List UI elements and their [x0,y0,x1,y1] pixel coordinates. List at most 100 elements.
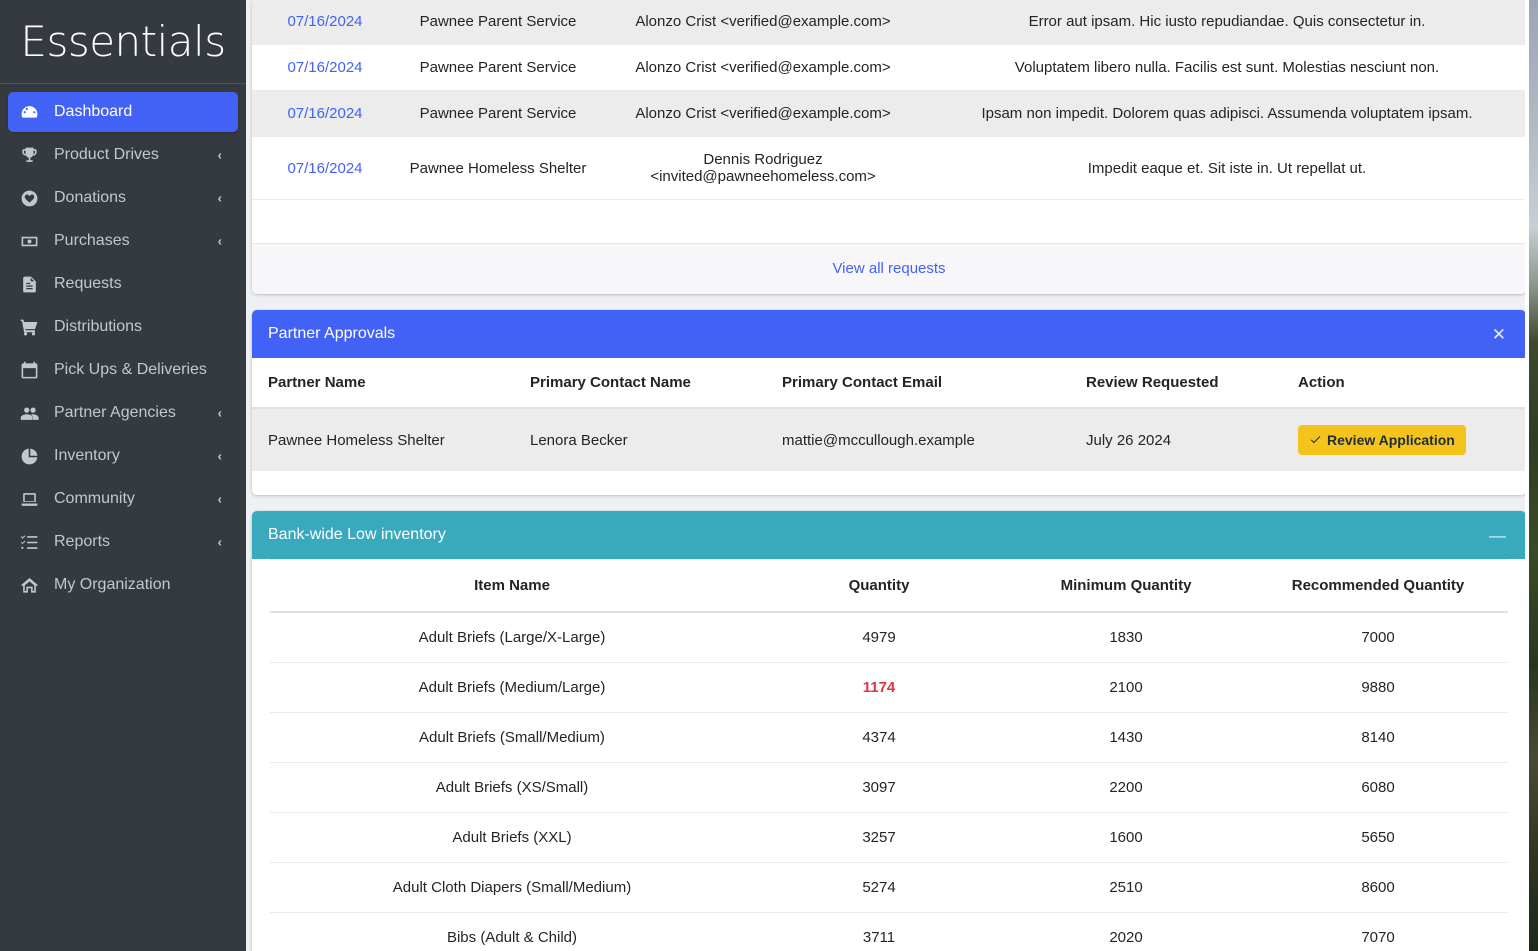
table-header-row: Item Name Quantity Minimum Quantity Recomme… [270,559,1508,613]
request-contact: Alonzo Crist <verified@example.com> [598,44,928,91]
inventory-item-name: Adult Briefs (Medium/Large) [270,662,754,713]
inventory-recommended-quantity: 7070 [1248,912,1508,951]
column-header: Action [1288,358,1526,409]
low-inventory-title: Bank-wide Low inventory [268,526,446,543]
requests-card: 07/16/2024 Pawnee Parent Service Alonzo Cr… [252,0,1526,294]
column-header: Minimum Quantity [1004,559,1248,613]
sidebar-item-partner-agencies[interactable]: Partner Agencies ‹ [8,393,238,433]
chevron-left-icon: ‹ [217,405,222,421]
primary-contact-email-cell: mattie@mccullough.example [772,408,1076,471]
sidebar-item-label: Community [54,490,135,507]
inventory-quantity: 4374 [754,712,1004,763]
review-application-button[interactable]: Review Application [1298,425,1466,455]
column-header: Primary Contact Email [772,358,1076,409]
request-date-link[interactable]: 07/16/2024 [252,0,398,45]
request-comment: Error aut ipsam. Hic iusto repudiandae. … [928,0,1526,45]
sidebar-item-requests[interactable]: Requests [8,264,238,304]
action-cell: Review Application [1288,408,1526,471]
file-lines-icon [20,275,46,294]
close-icon[interactable]: ✕ [1488,324,1510,345]
sidebar-item-label: Reports [54,533,111,550]
request-organization: Pawnee Parent Service [398,44,598,91]
inventory-recommended-quantity: 9880 [1248,662,1508,713]
sidebar-item-dashboard[interactable]: Dashboard [8,92,238,132]
view-all-requests-link[interactable]: View all requests [832,260,945,277]
table-row[interactable]: 07/16/2024 Pawnee Parent Service Alonzo Cr… [252,90,1526,137]
sidebar-item-community[interactable]: Community ‹ [8,479,238,519]
request-contact: Alonzo Crist <verified@example.com> [598,90,928,137]
inventory-quantity: 4979 [754,611,1004,663]
home-icon [20,576,46,595]
chevron-left-icon: ‹ [217,233,222,249]
heart-circle-icon [20,189,46,208]
inventory-minimum-quantity: 2020 [1004,912,1248,951]
inventory-quantity: 5274 [754,862,1004,913]
users-icon [20,404,46,423]
request-comment: Impedit eaque et. Sit iste in. Ut repell… [928,136,1526,199]
inventory-quantity: 3257 [754,812,1004,863]
desktop-wallpaper-sliver [1529,0,1538,951]
column-header: Recommended Quantity [1248,559,1508,613]
inventory-minimum-quantity: 1430 [1004,712,1248,763]
sidebar-item-inventory[interactable]: Inventory ‹ [8,436,238,476]
sidebar-item-distributions[interactable]: Distributions [8,307,238,347]
column-header: Review Requested [1076,358,1288,409]
partner-approvals-header: Partner Approvals ✕ [252,310,1526,358]
sidebar-item-label: Partner Agencies [54,404,176,421]
sidebar-item-purchases[interactable]: Purchases ‹ [8,221,238,261]
low-inventory-table: Item Name Quantity Minimum Quantity Recomme… [270,559,1508,951]
inventory-minimum-quantity: 1600 [1004,812,1248,863]
review-requested-cell: July 26 2024 [1076,408,1288,471]
table-row[interactable]: 07/16/2024 Pawnee Parent Service Alonzo Cr… [252,44,1526,91]
request-date-link[interactable]: 07/16/2024 [252,136,398,199]
table-row: Adult Briefs (Large/X-Large) 4979 1830 7000 [270,611,1508,663]
sidebar-item-my-organization[interactable]: My Organization [8,565,238,605]
sidebar-item-label: Dashboard [54,103,133,120]
request-date-link[interactable]: 07/16/2024 [252,44,398,91]
sidebar-item-reports[interactable]: Reports ‹ [8,522,238,562]
inventory-recommended-quantity: 8600 [1248,862,1508,913]
inventory-quantity: 3097 [754,762,1004,813]
pie-chart-icon [20,447,46,466]
low-inventory-card: Bank-wide Low inventory — Item Name Quant… [252,511,1526,951]
partner-approvals-padding [252,471,1526,495]
request-date-link[interactable]: 07/16/2024 [252,90,398,137]
requests-table: 07/16/2024 Pawnee Parent Service Alonzo Cr… [252,0,1526,199]
brand-logo[interactable]: Essentials [0,0,246,84]
chevron-left-icon: ‹ [217,190,222,206]
inventory-item-name: Adult Briefs (XXL) [270,812,754,863]
sidebar-item-label: Distributions [54,318,143,335]
laptop-icon [20,490,46,509]
table-row[interactable]: 07/16/2024 Pawnee Parent Service Alonzo Cr… [252,0,1526,45]
sidebar-item-pick-ups-deliveries[interactable]: Pick Ups & Deliveries [8,350,238,390]
partner-approvals-card: Partner Approvals ✕ Partner Name Primary … [252,310,1526,495]
requests-table-spacer [252,199,1526,243]
money-bill-icon [20,232,46,251]
inventory-minimum-quantity: 1830 [1004,611,1248,663]
minimize-icon[interactable]: — [1485,525,1510,546]
request-organization: Pawnee Parent Service [398,90,598,137]
inventory-quantity: 3711 [754,912,1004,951]
table-row: Bibs (Adult & Child) 3711 2020 7070 [270,912,1508,951]
sidebar-item-label: Inventory [54,447,120,464]
sidebar-item-product-drives[interactable]: Product Drives ‹ [8,135,238,175]
inventory-item-name: Adult Briefs (Small/Medium) [270,712,754,763]
inventory-item-name: Bibs (Adult & Child) [270,912,754,951]
table-row: Adult Cloth Diapers (Small/Medium) 5274 25… [270,862,1508,913]
requests-card-footer: View all requests [252,243,1526,294]
request-organization: Pawnee Homeless Shelter [398,136,598,199]
sidebar-item-donations[interactable]: Donations ‹ [8,178,238,218]
tasks-list-icon [20,533,46,552]
table-row: Adult Briefs (Medium/Large) 1174 2100 9880 [270,662,1508,713]
low-inventory-header: Bank-wide Low inventory — [252,511,1526,559]
check-icon [1309,432,1327,448]
chevron-left-icon: ‹ [217,534,222,550]
trophy-icon [20,146,46,165]
inventory-minimum-quantity: 2100 [1004,662,1248,713]
request-comment: Voluptatem libero nulla. Facilis est sun… [928,44,1526,91]
inventory-item-name: Adult Briefs (Large/X-Large) [270,611,754,663]
partner-approvals-table: Partner Name Primary Contact Name Primary … [252,358,1526,471]
table-row[interactable]: 07/16/2024 Pawnee Homeless Shelter Dennis … [252,136,1526,199]
column-header: Primary Contact Name [520,358,772,409]
sidebar-item-label: Product Drives [54,146,159,163]
